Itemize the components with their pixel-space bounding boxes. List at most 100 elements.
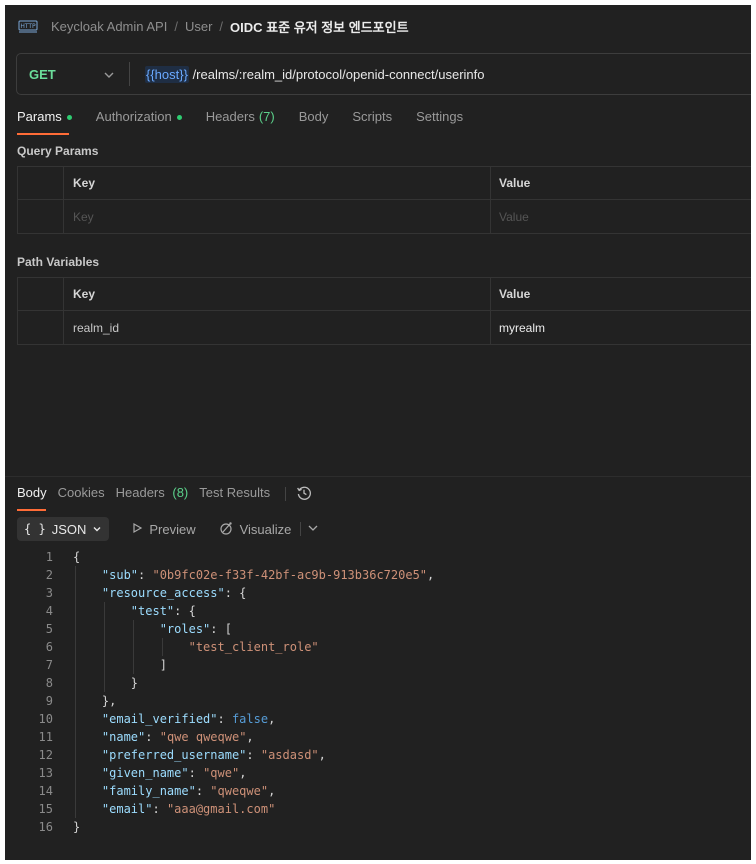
query-params-title: Query Params: [17, 144, 99, 158]
tab-label: Params: [17, 109, 62, 124]
value-header: Value: [499, 176, 531, 190]
tab-headers[interactable]: Headers (7): [206, 109, 275, 135]
code-line: 15 "email": "aaa@gmail.com": [5, 800, 751, 818]
line-number: 6: [45, 640, 53, 654]
json-punctuation: ,: [268, 784, 276, 798]
status-dot: [176, 115, 182, 120]
json-punctuation: ,: [427, 568, 435, 582]
indent-guide: [161, 638, 163, 656]
url-bar: GET {{host}} /realms/:realm_id/protocol/…: [16, 53, 751, 95]
indent-guide: [75, 584, 76, 602]
json-string: "aaa@gmail.com": [166, 802, 276, 816]
value-input[interactable]: Value: [491, 200, 751, 233]
visualize-button[interactable]: Visualize: [218, 520, 292, 539]
breadcrumb-folder[interactable]: User: [185, 19, 212, 34]
response-tab-headers[interactable]: Headers (8): [116, 485, 189, 511]
line-number: 3: [45, 586, 53, 600]
key-header: Key: [64, 167, 491, 199]
status-dot: [66, 115, 72, 120]
tab-authorization[interactable]: Authorization: [96, 109, 182, 135]
json-punctuation: },: [101, 694, 117, 708]
line-number: 13: [38, 766, 53, 780]
code-text: }: [53, 818, 80, 836]
indent-guide: [103, 638, 105, 656]
tab-label: Body: [17, 485, 47, 500]
tab-body[interactable]: Body: [299, 109, 329, 135]
code-line: 5 "roles": [: [5, 620, 751, 638]
path-variable-value[interactable]: myrealm: [491, 311, 751, 344]
code-line: 16}: [5, 818, 751, 836]
code-line: 1{: [5, 548, 751, 566]
chevron-down-icon[interactable]: [307, 522, 319, 537]
indent-guide: [75, 674, 76, 692]
http-icon: HTTP: [17, 18, 39, 34]
indent-guide: [75, 800, 76, 818]
key-input[interactable]: Key: [64, 200, 491, 233]
svg-text:HTTP: HTTP: [20, 23, 36, 30]
code-text: "given_name": "qwe",: [53, 764, 247, 782]
path-variable-key: realm_id: [64, 311, 491, 344]
table-row: realm_id myrealm: [18, 311, 751, 344]
response-divider[interactable]: [5, 476, 751, 477]
json-boolean: false: [231, 712, 269, 726]
indent-guide: [132, 638, 134, 656]
indent-guide: [103, 674, 105, 692]
url-path: /realms/:realm_id/protocol/openid-connec…: [188, 66, 485, 82]
response-tab-cookies[interactable]: Cookies: [58, 485, 105, 511]
format-select[interactable]: { } JSON: [17, 517, 110, 541]
json-key: "given_name": [101, 766, 189, 780]
request-name[interactable]: OIDC 표준 유저 정보 엔드포인트: [230, 17, 409, 36]
code-text: "roles": [: [53, 620, 232, 638]
play-icon: [131, 522, 143, 537]
json-punctuation: : {: [174, 604, 196, 618]
indent-guide: [75, 782, 76, 800]
json-key: "family_name": [101, 784, 196, 798]
chevron-down-icon: [92, 522, 102, 537]
json-punctuation: :: [188, 766, 204, 780]
tab-scripts[interactable]: Scripts: [352, 109, 392, 135]
tab-params[interactable]: Params: [17, 109, 72, 135]
json-key: "email_verified": [101, 712, 218, 726]
response-body-editor[interactable]: 1{2 "sub": "0b9fc02e-f33f-42bf-ac9b-913b…: [5, 548, 751, 836]
json-punctuation: }: [130, 676, 139, 690]
method-select[interactable]: GET: [17, 54, 129, 94]
breadcrumb: HTTP Keycloak Admin API / User / OIDC 표준…: [17, 11, 409, 41]
json-punctuation: :: [217, 712, 232, 726]
json-punctuation: ,: [239, 766, 247, 780]
json-key: "roles": [159, 622, 211, 636]
tab-label: Body: [298, 109, 329, 124]
line-number: 4: [45, 604, 53, 618]
tab-label: Headers: [115, 485, 165, 500]
json-punctuation: ,: [268, 712, 276, 726]
preview-button[interactable]: Preview: [131, 522, 196, 537]
code-text: }: [53, 674, 138, 692]
path-variables-table: Key Value realm_id myrealm: [17, 277, 751, 345]
tab-settings[interactable]: Settings: [416, 109, 463, 135]
history-icon[interactable]: [296, 485, 312, 504]
json-string: "0b9fc02e-f33f-42bf-ac9b-913b36c720e5": [152, 568, 428, 582]
indent-guide: [103, 656, 105, 674]
json-punctuation: :: [145, 730, 160, 744]
response-tab-test-results[interactable]: Test Results: [199, 485, 270, 511]
response-tab-body[interactable]: Body: [17, 485, 47, 511]
indent-guide: [103, 620, 105, 638]
visualize-label: Visualize: [239, 521, 292, 537]
url-variable[interactable]: {{host}}: [145, 65, 189, 83]
url-input[interactable]: {{host}} /realms/:realm_id/protocol/open…: [130, 65, 485, 83]
indent-guide: [75, 746, 76, 764]
code-text: {: [53, 548, 80, 566]
breadcrumb-collection[interactable]: Keycloak Admin API: [51, 19, 167, 34]
tab-label: Headers: [205, 109, 255, 124]
json-punctuation: {: [73, 550, 81, 564]
row-checkbox[interactable]: [18, 200, 64, 233]
tab-label: Cookies: [57, 485, 105, 500]
indent-guide: [75, 692, 76, 710]
json-string: "test_client_role": [188, 640, 319, 654]
line-number: 7: [45, 658, 53, 672]
code-text: "test_client_role": [53, 638, 319, 656]
row-checkbox: [18, 311, 64, 344]
request-window: HTTP Keycloak Admin API / User / OIDC 표준…: [5, 5, 751, 860]
code-text: "family_name": "qweqwe",: [53, 782, 275, 800]
code-line: 12 "preferred_username": "asdasd",: [5, 746, 751, 764]
json-string: "qwe qweqwe": [159, 730, 247, 744]
